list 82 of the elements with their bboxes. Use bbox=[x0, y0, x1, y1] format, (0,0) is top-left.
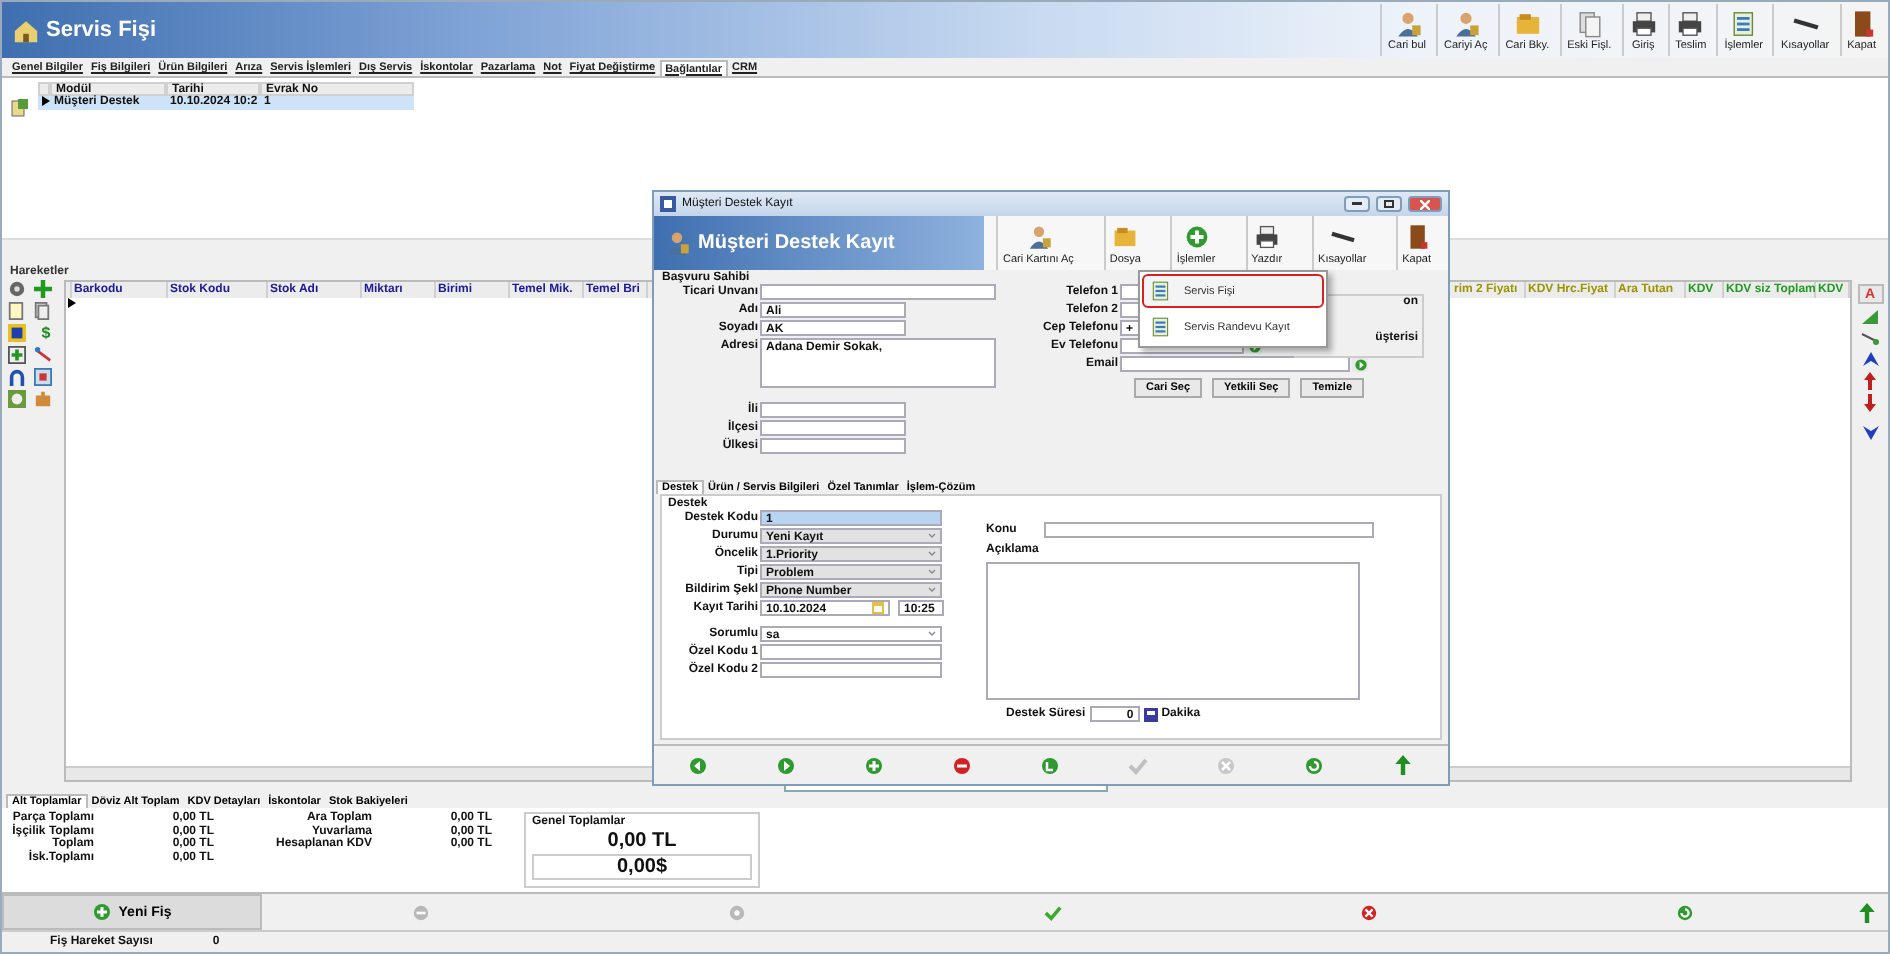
up-button[interactable] bbox=[1392, 754, 1414, 776]
printer-icon bbox=[1676, 9, 1705, 37]
gear-box-icon[interactable] bbox=[8, 390, 26, 408]
check-icon bbox=[1044, 903, 1062, 921]
total-amount: 0,00$ bbox=[532, 854, 752, 880]
action-button[interactable] bbox=[1360, 903, 1379, 921]
undo-icon bbox=[1040, 755, 1060, 775]
input-field[interactable] bbox=[1120, 356, 1350, 372]
printer-icon bbox=[1629, 9, 1658, 37]
arrow-down-icon[interactable] bbox=[1864, 394, 1876, 412]
close-icon bbox=[1420, 199, 1430, 209]
action-button[interactable] bbox=[1676, 903, 1695, 921]
calendar-icon bbox=[872, 602, 884, 614]
chevron-down-icon[interactable] bbox=[1861, 424, 1879, 442]
close-button[interactable] bbox=[1408, 196, 1442, 212]
input-field[interactable] bbox=[760, 644, 942, 660]
plus-icon bbox=[92, 902, 113, 922]
input-field[interactable] bbox=[760, 420, 906, 436]
maximize-button[interactable] bbox=[1376, 196, 1402, 212]
plus-icon bbox=[864, 755, 884, 775]
chevron-up-icon[interactable] bbox=[1861, 350, 1879, 368]
person-icon bbox=[664, 230, 690, 256]
page-icon[interactable] bbox=[8, 302, 24, 320]
calculator-icon[interactable] bbox=[1143, 707, 1158, 721]
person-icon bbox=[1451, 9, 1480, 37]
nav-button[interactable] bbox=[688, 755, 708, 775]
row-pointer-icon bbox=[68, 298, 76, 308]
input-field[interactable] bbox=[1044, 522, 1374, 538]
input-field[interactable] bbox=[760, 402, 906, 418]
frame-icon[interactable] bbox=[34, 368, 52, 386]
list-icon bbox=[1150, 316, 1172, 338]
plus-icon bbox=[1183, 224, 1210, 250]
image-icon[interactable] bbox=[8, 324, 26, 342]
folder-icon bbox=[1112, 224, 1139, 250]
documents-icon[interactable] bbox=[34, 302, 50, 320]
minimize-icon bbox=[1352, 202, 1362, 206]
printer-icon bbox=[1253, 224, 1280, 250]
up-arrow-icon bbox=[1855, 901, 1878, 923]
nav-button[interactable] bbox=[1304, 755, 1324, 775]
nav-button[interactable] bbox=[1040, 755, 1060, 775]
link-icon[interactable] bbox=[1860, 330, 1880, 346]
list-icon bbox=[1729, 9, 1758, 37]
close-icon bbox=[1216, 755, 1236, 775]
link-icon[interactable] bbox=[34, 346, 52, 364]
window-title: Servis Fişi bbox=[46, 18, 157, 42]
house-icon bbox=[12, 17, 40, 43]
triangle-icon[interactable] bbox=[1860, 308, 1880, 326]
folder-icon bbox=[1513, 9, 1542, 37]
input-field[interactable] bbox=[760, 284, 996, 300]
input-field[interactable] bbox=[760, 662, 942, 678]
refresh-icon bbox=[1676, 903, 1695, 921]
plus-icon[interactable] bbox=[34, 280, 52, 298]
close-icon bbox=[1360, 903, 1379, 921]
minus-icon bbox=[411, 903, 430, 921]
total-amount: 0,00 TL bbox=[605, 830, 679, 852]
documents-icon bbox=[1575, 9, 1604, 37]
gear-icon[interactable] bbox=[8, 280, 26, 298]
check-icon bbox=[1128, 755, 1148, 775]
list-icon bbox=[1150, 280, 1172, 302]
up-arrow-icon bbox=[1392, 754, 1414, 776]
dialog-heading: Müşteri Destek Kayıt bbox=[698, 232, 895, 254]
currency-button[interactable]: $ bbox=[34, 324, 58, 346]
puzzle-icon[interactable] bbox=[34, 390, 52, 408]
magnet-icon[interactable] bbox=[8, 368, 26, 386]
header-corner bbox=[38, 82, 50, 96]
refresh-icon bbox=[1304, 755, 1324, 775]
description-field[interactable] bbox=[986, 562, 1360, 700]
up-button[interactable] bbox=[1855, 901, 1878, 923]
person-icon bbox=[1393, 9, 1422, 37]
person-icon bbox=[1025, 224, 1052, 250]
nav-button[interactable] bbox=[952, 755, 972, 775]
form-icon bbox=[660, 196, 676, 212]
input-field[interactable] bbox=[760, 438, 906, 454]
minimize-button[interactable] bbox=[1344, 196, 1370, 212]
maximize-icon bbox=[1384, 200, 1394, 208]
row-pointer-icon bbox=[42, 96, 50, 106]
add-page-icon[interactable] bbox=[8, 346, 26, 364]
minus-icon bbox=[952, 755, 972, 775]
circle-icon bbox=[727, 903, 746, 921]
linked-document-icon bbox=[10, 98, 30, 118]
arrow-up-icon[interactable] bbox=[1864, 372, 1876, 390]
action-button[interactable] bbox=[1044, 903, 1062, 921]
